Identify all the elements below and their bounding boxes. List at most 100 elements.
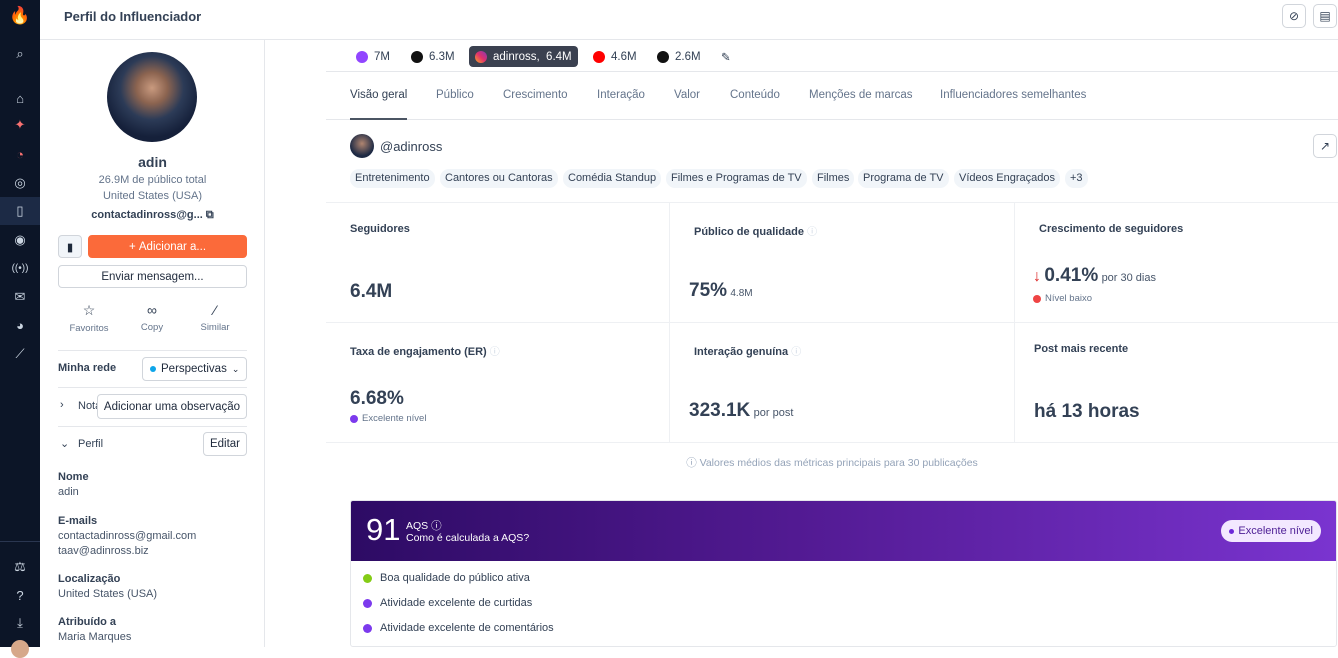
open-external-icon[interactable]: ↗ — [1313, 134, 1337, 158]
metric-latest-post: Post mais recente há 13 horas — [1015, 323, 1338, 443]
help-icon[interactable]: ⓘ — [791, 347, 801, 358]
status-dot — [150, 366, 156, 372]
network-select[interactable]: Perspectivas ⌄ — [142, 357, 247, 381]
help-icon[interactable]: ⓘ — [431, 520, 442, 532]
profile-section-label: Perfil — [78, 438, 104, 450]
tab-brand-mentions[interactable]: Menções de marcas — [809, 89, 913, 101]
tab-content[interactable]: Conteúdo — [730, 89, 780, 101]
home-icon[interactable]: ⌂ — [0, 84, 40, 112]
level-text: Excelente nível — [362, 413, 427, 424]
add-to-list-button[interactable]: + Adicionar a... — [88, 235, 247, 258]
field-label: Atribuído a — [58, 616, 117, 628]
social-accounts-bar: 7M 6.3M adinross, 6.4M 4.6M 2.6M ✎ — [326, 40, 1338, 72]
target-icon[interactable]: ◎ — [0, 169, 40, 197]
social-tiktok[interactable]: 6.3M — [405, 46, 461, 67]
status-dot — [363, 573, 372, 583]
metrics-grid: Seguidores 6.4M Público de qualidade ⓘ 7… — [326, 202, 1338, 443]
social-instagram[interactable]: adinross, 6.4M — [469, 46, 578, 67]
search-icon[interactable]: ⌕ — [0, 40, 40, 68]
bookmark-icon[interactable]: ▯ — [0, 197, 40, 225]
metrics-footnote: ⓘ Valores médios das métricas principais… — [326, 455, 1338, 470]
youtube-icon — [593, 50, 605, 63]
social-youtube[interactable]: 4.6M — [587, 46, 643, 67]
metric-followers: Seguidores 6.4M — [326, 203, 670, 323]
download-icon[interactable]: ⤓ — [0, 609, 40, 637]
bookmark-button[interactable]: ▮ — [58, 235, 82, 258]
radar-icon[interactable]: ◉ — [0, 226, 40, 254]
network-value: Perspectivas — [161, 363, 227, 375]
badge-text: Excelente nível — [1238, 525, 1313, 537]
action-label: Similar — [200, 322, 230, 333]
help-icon[interactable]: ⓘ — [490, 347, 500, 358]
add-note-button[interactable]: Adicionar uma observação — [97, 394, 247, 419]
item-text: Boa qualidade do público ativa — [380, 572, 530, 584]
whistle-icon[interactable]: ◔ — [0, 140, 40, 168]
chevron-down-icon[interactable]: ⌄ — [60, 437, 69, 450]
tab-overview[interactable]: Visão geral — [350, 89, 408, 120]
favorites-action[interactable]: ☆ Favoritos — [59, 302, 119, 334]
help-icon[interactable]: ⓘ — [807, 227, 817, 238]
metric-follower-growth: Crescimento de seguidores ↓ 0.41% por 30… — [1015, 203, 1338, 323]
page-title: Perfil do Influenciador — [64, 9, 202, 24]
trend-chart-icon[interactable]: ⟋ — [0, 340, 40, 368]
instagram-icon — [475, 50, 487, 63]
x-icon — [657, 50, 669, 63]
metric-label: Taxa de engajamento (ER) ⓘ — [350, 343, 500, 358]
similar-action[interactable]: ⁄ Similar — [185, 302, 245, 333]
tab-value[interactable]: Valor — [674, 89, 700, 101]
handle[interactable]: @adinross — [380, 139, 442, 154]
handle-avatar — [350, 134, 374, 158]
arrow-down-icon: ↓ — [1033, 268, 1041, 285]
metric-label: Seguidores — [350, 223, 410, 235]
logo-flame-icon: 🔥 — [9, 6, 31, 25]
help-icon[interactable]: ? — [0, 581, 40, 609]
mail-icon[interactable]: ✉ — [0, 283, 40, 311]
field-label: E-mails — [58, 515, 98, 527]
email-text: contactadinross@g... — [91, 209, 203, 221]
user-avatar[interactable] — [11, 640, 29, 658]
scale-icon[interactable]: ⚖ — [0, 553, 40, 581]
value-main: 75% — [689, 280, 728, 301]
magic-wand-icon: ⁄ — [213, 302, 217, 318]
edit-accounts-icon[interactable]: ✎ — [715, 46, 737, 67]
app-sidebar: 🔥 ⌕ ⌂ ✦ ◔ ◎ ▯ ◉ ((•)) ✉ ◕ ⟋ ⚖ ? ⤓ — [0, 0, 40, 658]
export-pdf-button[interactable]: ▤ — [1313, 4, 1337, 28]
more-tags[interactable]: +3 — [1065, 169, 1088, 188]
chevron-right-icon[interactable]: › — [60, 399, 64, 411]
tab-similar-influencers[interactable]: Influenciadores semelhantes — [940, 89, 1086, 101]
aqs-how-link[interactable]: Como é calculada a AQS? — [406, 532, 529, 544]
label-text: Taxa de engajamento (ER) — [350, 346, 487, 358]
send-message-button[interactable]: Enviar mensagem... — [58, 265, 247, 288]
tab-growth[interactable]: Crescimento — [503, 89, 568, 101]
sparkle-icon[interactable]: ✦ — [0, 111, 40, 139]
value-sub: 4.8M — [730, 288, 753, 299]
tab-interaction[interactable]: Interação — [597, 89, 645, 101]
status-dot — [363, 598, 372, 608]
metric-genuine-interaction: Interação genuína ⓘ 323.1K por post — [670, 323, 1015, 443]
category-tag: Programa de TV — [858, 169, 949, 188]
profile-email: contactadinross@g... ⧉ — [40, 209, 265, 222]
action-label: Favoritos — [69, 323, 109, 334]
status-dot — [350, 414, 358, 423]
edit-button[interactable]: Editar — [203, 432, 247, 456]
value-sub: por post — [753, 407, 794, 419]
value-main: 323.1K — [689, 400, 751, 421]
notes-label: Nota — [78, 400, 98, 412]
copy-link-button[interactable]: ⊘ — [1282, 4, 1306, 28]
profile-country: United States (USA) — [102, 190, 203, 202]
pie-chart-icon[interactable]: ◕ — [0, 311, 40, 339]
category-tag: Vídeos Engraçados — [954, 169, 1061, 188]
copy-action[interactable]: ∞ Copy — [122, 302, 182, 333]
aqs-label: AQS ⓘ — [406, 518, 442, 533]
broadcast-icon[interactable]: ((•)) — [0, 254, 40, 282]
tab-audience[interactable]: Público — [436, 89, 474, 101]
chevron-down-icon: ⌄ — [231, 363, 240, 374]
social-twitch[interactable]: 7M — [350, 46, 396, 67]
star-icon: ☆ — [82, 302, 96, 318]
field-label: Localização — [58, 573, 121, 585]
field-value: taav@adinross.biz — [58, 545, 149, 557]
copy-icon[interactable]: ⧉ — [206, 209, 214, 221]
metric-value: 75% 4.8M — [689, 280, 753, 302]
action-label: Copy — [140, 322, 164, 333]
social-x[interactable]: 2.6M — [651, 46, 707, 67]
